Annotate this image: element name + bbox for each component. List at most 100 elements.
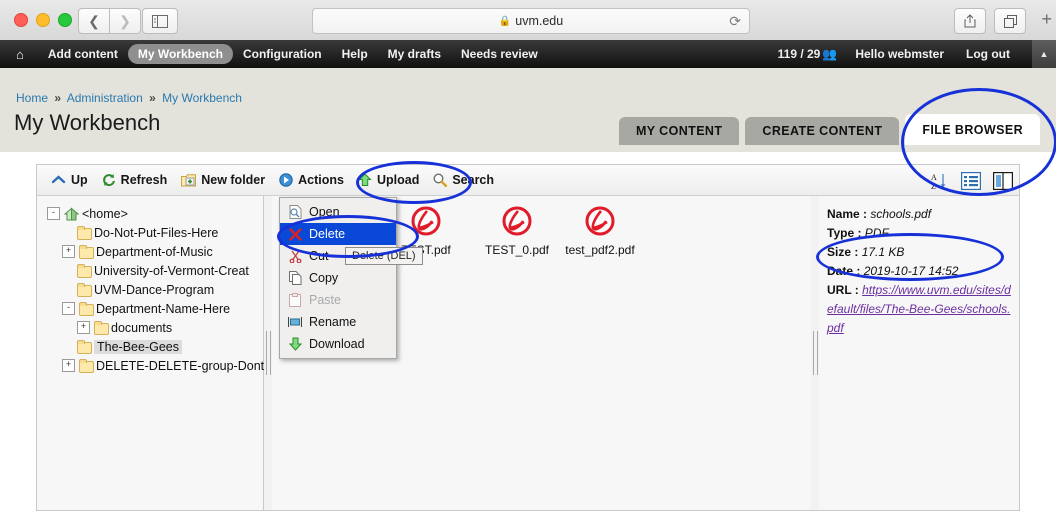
collapse-triangle-icon[interactable]: ▲: [1032, 40, 1056, 68]
list-view-icon[interactable]: [959, 169, 983, 193]
refresh-icon: [102, 173, 116, 187]
info-row-type: Type : PDF: [827, 224, 1011, 243]
menu-item-rename[interactable]: Rename: [280, 311, 396, 333]
file-name: test_pdf2.pdf: [565, 243, 635, 257]
tree-node-uvm-dance-program[interactable]: UVM-Dance-Program: [47, 280, 263, 299]
sort-az-icon[interactable]: A Z: [927, 169, 951, 193]
nav-item-my-drafts[interactable]: My drafts: [378, 44, 451, 64]
breadcrumb-separator: »: [54, 91, 62, 105]
folder-icon: [79, 358, 94, 373]
menu-item-open[interactable]: Open: [280, 201, 396, 223]
info-row-size: Size : 17.1 KB: [827, 243, 1011, 262]
menu-label-cut: Cut: [309, 249, 329, 263]
upload-button[interactable]: Upload: [358, 173, 419, 187]
menu-label-copy: Copy: [309, 271, 339, 285]
nav-buttons[interactable]: ❮ ❯: [78, 8, 141, 34]
tab-create-content[interactable]: CREATE CONTENT: [745, 117, 900, 145]
tree-node-department-name-here[interactable]: - Department-Name-Here: [47, 299, 263, 318]
forward-chevron-icon[interactable]: ❯: [110, 8, 141, 34]
tree-node-delete-delete-group-dont[interactable]: + DELETE-DELETE-group-Dont: [47, 356, 265, 375]
cut-scissors-icon: [286, 250, 304, 263]
close-window-button[interactable]: [14, 13, 28, 27]
tree-label: DELETE-DELETE-group-Dont: [96, 358, 265, 373]
info-value-type: PDF: [864, 226, 889, 240]
file-info: Name : schools.pdf Type : PDF Size : 17.…: [819, 196, 1019, 338]
back-chevron-icon[interactable]: ❮: [78, 8, 110, 34]
info-value-size: 17.1 KB: [861, 245, 905, 259]
folder-icon: [77, 225, 92, 240]
grid-info-splitter[interactable]: [811, 196, 819, 510]
tree-node-university-of-vermont-creat[interactable]: University-of-Vermont-Creat: [47, 261, 263, 280]
logout-link[interactable]: Log out: [966, 47, 1010, 61]
workbench-tabs: MY CONTENT CREATE CONTENT FILE BROWSER: [618, 114, 1046, 145]
tree-node-home[interactable]: - <home>: [47, 204, 263, 223]
tree-label: documents: [111, 320, 173, 335]
tree-node-department-of-music[interactable]: + Department-of-Music: [47, 242, 263, 261]
menu-label-rename: Rename: [309, 315, 357, 329]
address-bar[interactable]: 🔒 uvm.edu ⟳: [312, 8, 750, 34]
user-greeting[interactable]: Hello webmster: [855, 47, 944, 61]
breadcrumb-my-workbench[interactable]: My Workbench: [162, 91, 242, 105]
nav-item-my-workbench[interactable]: My Workbench: [127, 44, 233, 64]
chrome-right-buttons[interactable]: [954, 8, 1026, 34]
menu-item-download[interactable]: Download: [280, 333, 396, 355]
file-name: TEST_0.pdf: [484, 243, 550, 257]
tree-node-documents[interactable]: + documents: [47, 318, 263, 337]
breadcrumb-home[interactable]: Home: [16, 91, 48, 105]
file-item-test-0[interactable]: TEST_0.pdf: [471, 200, 563, 261]
tree-node-the-bee-gees[interactable]: The-Bee-Gees: [47, 337, 263, 356]
menu-item-copy[interactable]: Copy: [280, 267, 396, 289]
tree-expander[interactable]: +: [77, 321, 90, 334]
tree-grid-splitter[interactable]: [264, 196, 272, 510]
maximize-window-button[interactable]: [58, 13, 72, 27]
rename-icon: [286, 316, 304, 328]
breadcrumb-separator: »: [149, 91, 156, 105]
view-options: A Z: [927, 165, 1015, 196]
pdf-file-icon: [582, 204, 618, 240]
window-controls[interactable]: [14, 13, 72, 27]
pdf-file-icon: [408, 204, 444, 240]
folder-icon: [77, 282, 92, 297]
tree-node-do-not-put-files-here[interactable]: Do-Not-Put-Files-Here: [47, 223, 263, 242]
reload-icon[interactable]: ⟳: [729, 13, 741, 30]
tab-my-content[interactable]: MY CONTENT: [618, 117, 740, 145]
folder-tree-pane[interactable]: - <home> Do-Not-Put-Files-Here + Departm…: [37, 196, 264, 510]
tree-label: Do-Not-Put-Files-Here: [94, 225, 219, 240]
minimize-window-button[interactable]: [36, 13, 50, 27]
share-icon[interactable]: [954, 8, 986, 34]
folder-icon: [79, 244, 94, 259]
home-icon[interactable]: ⌂: [16, 47, 24, 62]
tree-expander[interactable]: +: [62, 359, 75, 372]
up-label: Up: [71, 173, 88, 187]
new-tab-icon[interactable]: +: [1041, 10, 1052, 28]
screen: ❮ ❯ 🔒 uvm.edu ⟳ + ⌂ Add content My Workb…: [0, 0, 1056, 515]
tree-expander[interactable]: +: [62, 245, 75, 258]
context-menu[interactable]: Open Delete Cut Copy Paste Rename Downlo…: [279, 197, 397, 359]
split-view-icon[interactable]: [991, 169, 1015, 193]
menu-item-delete[interactable]: Delete: [280, 223, 396, 245]
file-browser-panes: - <home> Do-Not-Put-Files-Here + Departm…: [37, 196, 1019, 510]
info-value-date: 2019-10-17 14:52: [863, 264, 959, 278]
nav-item-needs-review[interactable]: Needs review: [451, 44, 548, 64]
nav-item-help[interactable]: Help: [332, 44, 378, 64]
tree-expander[interactable]: -: [47, 207, 60, 220]
breadcrumb-administration[interactable]: Administration: [67, 91, 143, 105]
up-button[interactable]: Up: [51, 173, 88, 187]
file-info-pane: Name : schools.pdf Type : PDF Size : 17.…: [819, 196, 1019, 510]
nav-item-configuration[interactable]: Configuration: [233, 44, 332, 64]
file-item-test-pdf2[interactable]: test_pdf2.pdf: [562, 200, 638, 261]
new-folder-button[interactable]: New folder: [181, 173, 265, 187]
actions-button[interactable]: Actions: [279, 173, 344, 187]
tab-file-browser[interactable]: FILE BROWSER: [905, 114, 1040, 145]
folder-icon: [77, 263, 92, 278]
search-button[interactable]: Search: [433, 173, 494, 187]
sidebar-toggle-icon[interactable]: [142, 8, 178, 34]
show-tabs-icon[interactable]: [994, 8, 1026, 34]
up-arrow-icon: [51, 174, 66, 186]
refresh-button[interactable]: Refresh: [102, 173, 167, 187]
people-icon: 👥: [822, 47, 838, 61]
tree-expander[interactable]: -: [62, 302, 75, 315]
nav-item-add-content[interactable]: Add content: [38, 44, 128, 64]
copy-icon: [286, 271, 304, 285]
svg-text:Z: Z: [931, 182, 936, 191]
